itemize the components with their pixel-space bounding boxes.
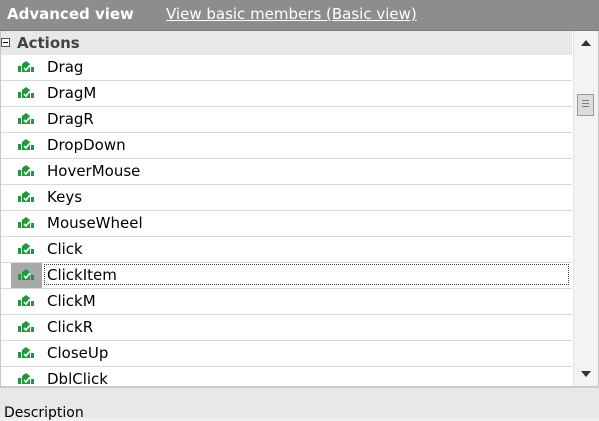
- list-item[interactable]: ClickItem: [1, 263, 572, 289]
- focus-rectangle: [44, 264, 569, 285]
- action-icon: [17, 86, 35, 100]
- vertical-scrollbar[interactable]: [573, 31, 598, 386]
- action-icon: [17, 372, 35, 386]
- list-item[interactable]: Keys: [1, 185, 572, 211]
- list-item[interactable]: MouseWheel: [1, 211, 572, 237]
- action-icon: [17, 320, 35, 334]
- list-item-label: CloseUp: [47, 344, 109, 362]
- list-item-label: ClickR: [47, 318, 94, 336]
- list-item[interactable]: DblClick: [1, 367, 572, 387]
- list-item[interactable]: CloseUp: [1, 341, 572, 367]
- action-icon: [17, 294, 35, 308]
- scroll-up-arrow-icon[interactable]: [574, 31, 598, 55]
- description-label: Description: [4, 405, 84, 421]
- description-pane: Description: [0, 387, 599, 421]
- list-item-label: ClickItem: [47, 266, 117, 284]
- list-item-label: Keys: [47, 188, 83, 206]
- action-icon: [17, 190, 35, 204]
- list-item[interactable]: DragR: [1, 107, 572, 133]
- action-icon: [17, 138, 35, 152]
- scroll-down-arrow-icon[interactable]: [574, 362, 598, 386]
- list-item[interactable]: HoverMouse: [1, 159, 572, 185]
- group-header-actions[interactable]: Actions: [1, 31, 572, 56]
- advanced-view-title: Advanced view: [7, 5, 134, 23]
- action-icon: [17, 268, 35, 282]
- list-item-label: Click: [47, 240, 83, 258]
- action-icon: [17, 164, 35, 178]
- list-item-label: DropDown: [47, 136, 126, 154]
- list-item[interactable]: DragM: [1, 81, 572, 107]
- basic-view-link[interactable]: View basic members (Basic view): [166, 5, 417, 23]
- members-panel: Actions Drag DragM DragR DropDown HoverMouse…: [0, 31, 599, 387]
- action-icon: [17, 216, 35, 230]
- list-item-label: MouseWheel: [47, 214, 143, 232]
- list-item-label: DblClick: [47, 370, 108, 387]
- list-item-label: Drag: [47, 58, 84, 76]
- list-item[interactable]: ClickR: [1, 315, 572, 341]
- list-item-label: DragM: [47, 84, 97, 102]
- list-item[interactable]: DropDown: [1, 133, 572, 159]
- list-item-label: ClickM: [47, 292, 96, 310]
- action-icon: [17, 60, 35, 74]
- view-header: Advanced view View basic members (Basic …: [0, 0, 599, 31]
- action-icon: [17, 346, 35, 360]
- list-item-label: DragR: [47, 110, 94, 128]
- group-label: Actions: [17, 34, 80, 52]
- scroll-thumb[interactable]: [577, 94, 594, 116]
- collapse-icon[interactable]: [1, 38, 10, 47]
- list-item[interactable]: Drag: [1, 55, 572, 81]
- action-icon: [17, 112, 35, 126]
- list-item-label: HoverMouse: [47, 162, 141, 180]
- list-item[interactable]: Click: [1, 237, 572, 263]
- member-list: Drag DragM DragR DropDown HoverMouse Keys Mous…: [1, 55, 572, 387]
- list-item[interactable]: ClickM: [1, 289, 572, 315]
- action-icon: [17, 242, 35, 256]
